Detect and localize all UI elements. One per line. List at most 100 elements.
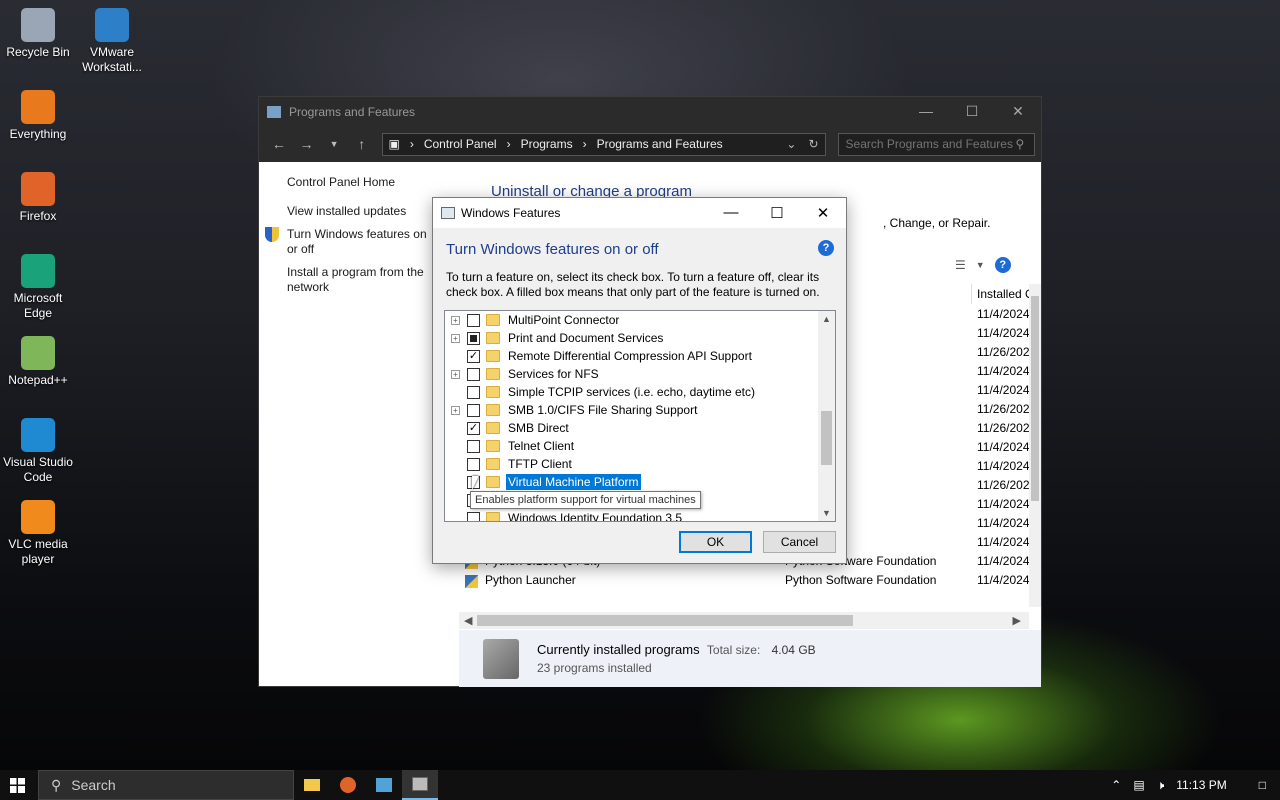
folder-icon [486,512,500,521]
minimize-button[interactable]: — [903,103,949,120]
breadcrumb-programs-and-features[interactable]: Programs and Features [597,137,723,151]
feature-checkbox[interactable] [467,511,480,521]
control-panel-small-icon: ▣ [388,137,400,151]
taskbar-search[interactable]: ⚲ Search [38,770,294,800]
view-dropdown-chevron-icon[interactable]: ▼ [976,260,985,270]
scroll-left-icon[interactable]: ◀ [464,614,472,627]
scroll-down-icon[interactable]: ▼ [822,508,831,518]
feature-checkbox[interactable] [467,313,480,327]
firefox-taskbar-icon[interactable] [330,770,366,800]
total-size-label: Total size: [706,643,761,657]
feature-checkbox[interactable] [467,331,480,345]
status-label: Currently installed programs [537,642,700,657]
dialog-help-icon[interactable]: ? [818,240,834,256]
feature-label: Simple TCPIP services (i.e. echo, daytim… [508,385,755,399]
scroll-right-icon[interactable]: ▶ [1013,614,1021,627]
view-options-icon[interactable]: ☰ [955,258,966,272]
refresh-icon[interactable]: ↻ [808,137,818,151]
windows-start-icon[interactable] [10,778,25,793]
recent-locations-chevron-icon[interactable]: ▼ [320,139,348,149]
feature-row[interactable]: Windows Identity Foundation 3.5 [445,509,817,521]
expand-icon[interactable]: + [451,405,460,415]
cancel-button[interactable]: Cancel [763,531,836,553]
breadcrumb[interactable]: ▣ › Control Panel › Programs › Programs … [381,132,826,156]
ok-button[interactable]: OK [679,531,752,553]
program-installed-date: 11/4/2024 [977,459,1029,473]
desktop-icon-recycle-bin[interactable]: Recycle Bin [0,8,76,60]
control-panel-taskbar-icon[interactable] [366,770,402,800]
firefox-icon [21,172,55,206]
dialog-close-button[interactable]: ✕ [800,204,846,222]
features-scrollbar[interactable]: ▲ ▼ [818,311,835,521]
vmware-icon [95,8,129,42]
feature-checkbox[interactable] [467,367,480,381]
help-icon[interactable]: ? [994,257,1011,273]
column-header-installed-on[interactable]: Installed On [971,284,1033,304]
volume-muted-icon[interactable]: 🕨 [1157,778,1165,793]
chevron-up-icon[interactable]: ⌃ [1111,778,1121,792]
feature-checkbox[interactable]: ✓ [467,421,480,435]
folder-icon [486,314,500,326]
expand-icon[interactable]: + [451,315,460,325]
search-icon[interactable]: ⚲ [1016,137,1025,151]
desktop-icon-vlc[interactable]: VLC media player [0,500,76,567]
windows-features-taskbar-icon[interactable] [402,770,438,800]
desktop-icon-edge[interactable]: Microsoft Edge [0,254,76,321]
forward-arrow-icon[interactable]: → [293,136,321,152]
desktop-icon-label: Microsoft Edge [13,291,63,320]
back-arrow-icon[interactable]: ← [265,136,293,152]
feature-checkbox[interactable] [467,439,480,453]
features-scroll-thumb[interactable] [821,411,832,465]
feature-row[interactable]: + Print and Document Services [445,329,817,347]
chevron-down-icon[interactable]: ⌄ [786,137,796,151]
sidebar-turn-windows-features[interactable]: Turn Windows features on or off [265,227,437,257]
feature-row[interactable]: + Services for NFS [445,365,817,383]
search-box[interactable]: ⚲ [837,132,1036,156]
search-input[interactable] [845,137,1016,151]
desktop-icon-notepad-plus-plus[interactable]: Notepad++ [0,336,76,388]
expand-icon[interactable]: + [451,333,460,343]
feature-row[interactable]: TFTP Client [445,455,817,473]
desktop-icon-everything-search[interactable]: Everything [0,90,76,142]
desktop-icon-firefox[interactable]: Firefox [0,172,76,224]
scroll-up-icon[interactable]: ▲ [822,314,831,324]
dialog-maximize-button[interactable]: ☐ [754,204,800,222]
program-installed-date: 11/26/2024 [977,402,1029,416]
desktop-icon-vmware[interactable]: VMware Workstati... [74,8,150,75]
feature-checkbox[interactable] [467,457,480,471]
sidebar-control-panel-home[interactable]: Control Panel Home [287,175,437,190]
control-panel-icon [267,105,281,118]
everything-search-icon [21,90,55,124]
sidebar-view-installed-updates[interactable]: View installed updates [287,204,437,219]
up-arrow-icon[interactable]: ↑ [348,136,376,152]
file-explorer-taskbar-icon[interactable] [294,770,330,800]
list-vertical-scrollbar[interactable] [1029,284,1041,607]
clock[interactable]: 11:13 PM [1176,778,1226,792]
feature-row[interactable]: Telnet Client [445,437,817,455]
feature-row[interactable]: ✓ SMB Direct [445,419,817,437]
dialog-minimize-button[interactable]: — [708,204,754,222]
breadcrumb-programs[interactable]: Programs [521,137,573,151]
desktop-icon-vscode[interactable]: Visual Studio Code [0,418,76,485]
table-row[interactable]: Python Launcher Python Software Foundatio… [459,573,1029,592]
feature-checkbox[interactable]: ✓ [467,349,480,363]
scroll-thumb[interactable] [1031,296,1039,501]
list-horizontal-scrollbar[interactable]: ◀ ▶ [459,612,1029,629]
feature-row[interactable]: ✓ Remote Differential Compression API Sup… [445,347,817,365]
feature-row[interactable]: + SMB 1.0/CIFS File Sharing Support [445,401,817,419]
sidebar-install-from-network[interactable]: Install a program from the network [287,265,437,295]
feature-row[interactable]: Simple TCPIP services (i.e. echo, daytim… [445,383,817,401]
feature-row[interactable]: + MultiPoint Connector [445,311,817,329]
feature-row[interactable]: Virtual Machine Platform [445,473,817,491]
feature-checkbox[interactable] [467,403,480,417]
notifications-icon[interactable]: □ [1259,778,1266,792]
feature-tooltip: Enables platform support for virtual mac… [470,491,701,509]
maximize-button[interactable]: ☐ [949,103,995,120]
breadcrumb-control-panel[interactable]: Control Panel [424,137,497,151]
feature-checkbox[interactable] [467,385,480,399]
scroll-thumb-horizontal[interactable] [477,615,853,626]
program-installed-date: 11/4/2024 [977,364,1029,378]
close-button[interactable]: ✕ [995,103,1041,120]
network-icon[interactable]: ▤ [1133,778,1144,792]
expand-icon[interactable]: + [451,369,460,379]
